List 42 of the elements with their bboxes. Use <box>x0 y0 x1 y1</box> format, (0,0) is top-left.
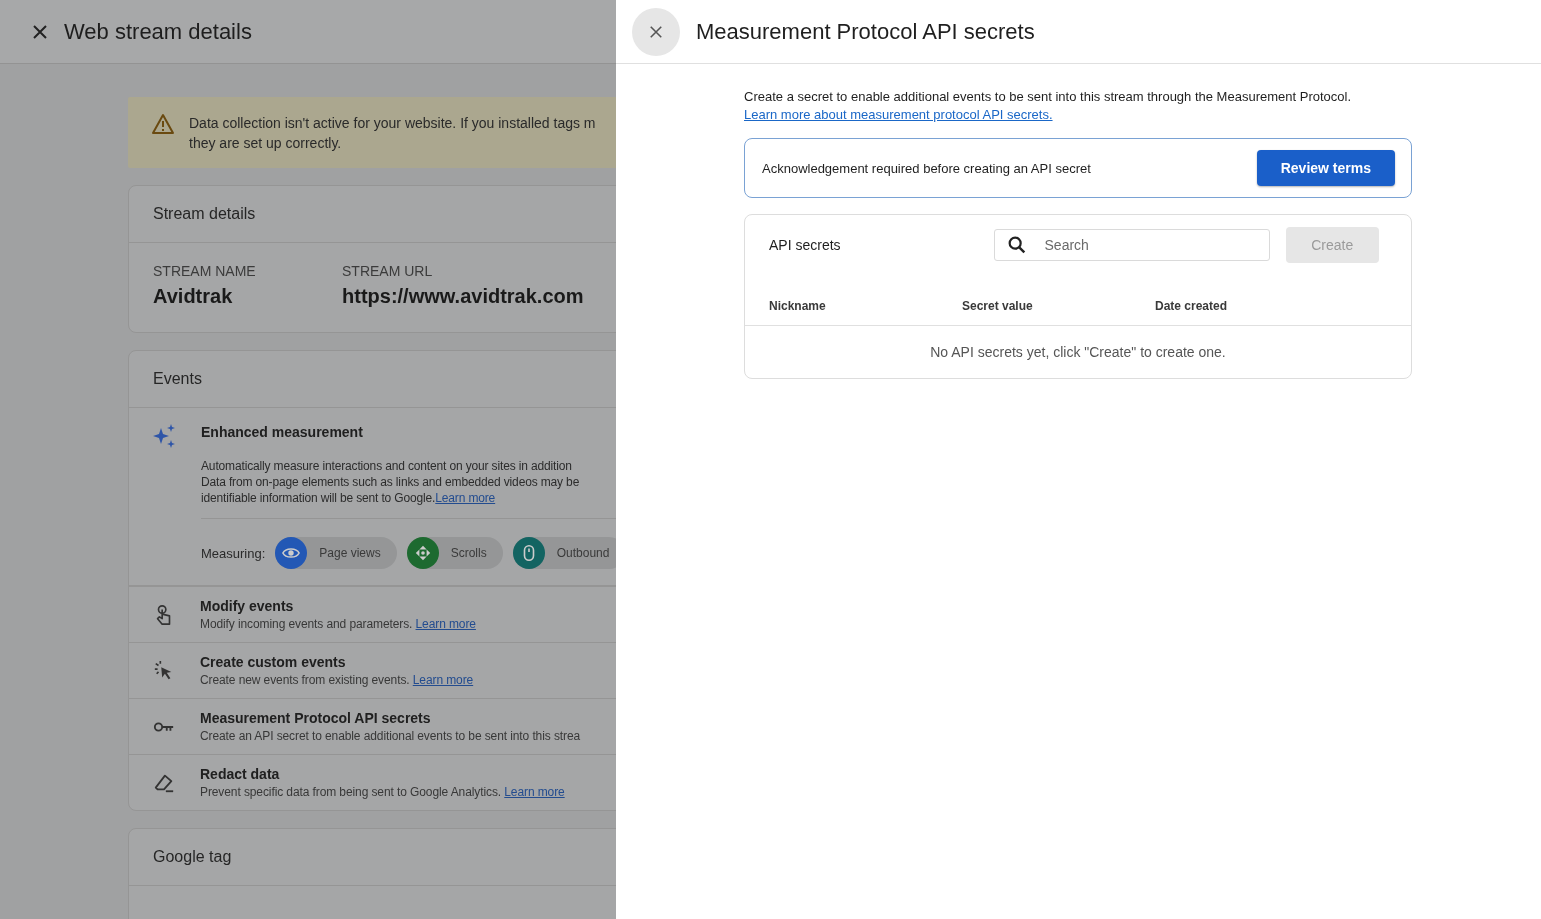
sparkle-icon <box>153 424 177 448</box>
panel-title: Measurement Protocol API secrets <box>696 18 1035 45</box>
learn-more-link[interactable]: Learn more <box>504 785 565 799</box>
field-value: Avidtrak <box>153 285 234 308</box>
empty-message: No API secrets yet, click "Create" to create one. <box>930 344 1226 360</box>
card-heading: API secrets <box>769 237 842 253</box>
field-label: STREAM NAME <box>153 263 257 279</box>
field-value: https://www.avidtrak.com <box>342 285 584 308</box>
page-title: Web stream details <box>64 18 252 45</box>
item-title: Measurement Protocol API secrets <box>200 710 432 726</box>
card-heading: Events <box>153 370 202 388</box>
item-description: Create an API secret to enable additional events to be sent into this strea <box>200 729 581 743</box>
column-header: Secret value <box>962 299 1034 313</box>
card-heading: Stream details <box>153 205 256 223</box>
search-field[interactable]: Search <box>993 229 1270 261</box>
card-heading: Google tag <box>153 848 232 866</box>
item-title: Redact data <box>200 766 281 782</box>
learn-more-link[interactable]: Learn more <box>412 673 474 687</box>
item-title: Modify events <box>200 598 295 614</box>
item-title: Enhanced measurement <box>201 424 364 440</box>
column-header: Nickname <box>769 299 827 313</box>
measuring-label: Measuring: <box>201 545 266 561</box>
column-header: Date created <box>1155 299 1229 313</box>
warning-message: Data collection isn't active for your website. If you installed tags m they are set up correctly. <box>189 114 596 153</box>
item-description: Prevent specific data from being sent to Google Analytics. Learn more <box>200 785 565 799</box>
measurement-chip: Outbound <box>512 537 616 569</box>
item-description: Modify incoming events and parameters. Learn more <box>200 617 476 631</box>
learn-more-link[interactable]: Learn more <box>415 617 476 631</box>
close-icon <box>649 24 663 39</box>
measurement-chip: Page views <box>275 537 397 569</box>
measurement-chip: Scrolls <box>406 537 503 569</box>
learn-more-link[interactable]: Learn more <box>435 491 496 505</box>
intro-text: Create a secret to enable additional events to be sent into this stream through the Measurement Protocol. Learn more about measurement protocol API secrets. <box>744 88 1352 124</box>
acknowledgement-text: Acknowledgement required before creating an API secret <box>762 160 1091 176</box>
learn-more-link[interactable]: Learn more about measurement protocol API secrets. <box>744 107 1053 122</box>
close-icon[interactable] <box>32 23 48 40</box>
review-terms-button[interactable]: Review terms <box>1256 150 1395 186</box>
item-description: Create new events from existing events. Learn more <box>200 673 474 687</box>
field-label: STREAM URL <box>342 263 434 279</box>
close-button[interactable] <box>632 7 680 56</box>
warning-icon <box>151 113 175 135</box>
item-title: Create custom events <box>200 654 347 670</box>
